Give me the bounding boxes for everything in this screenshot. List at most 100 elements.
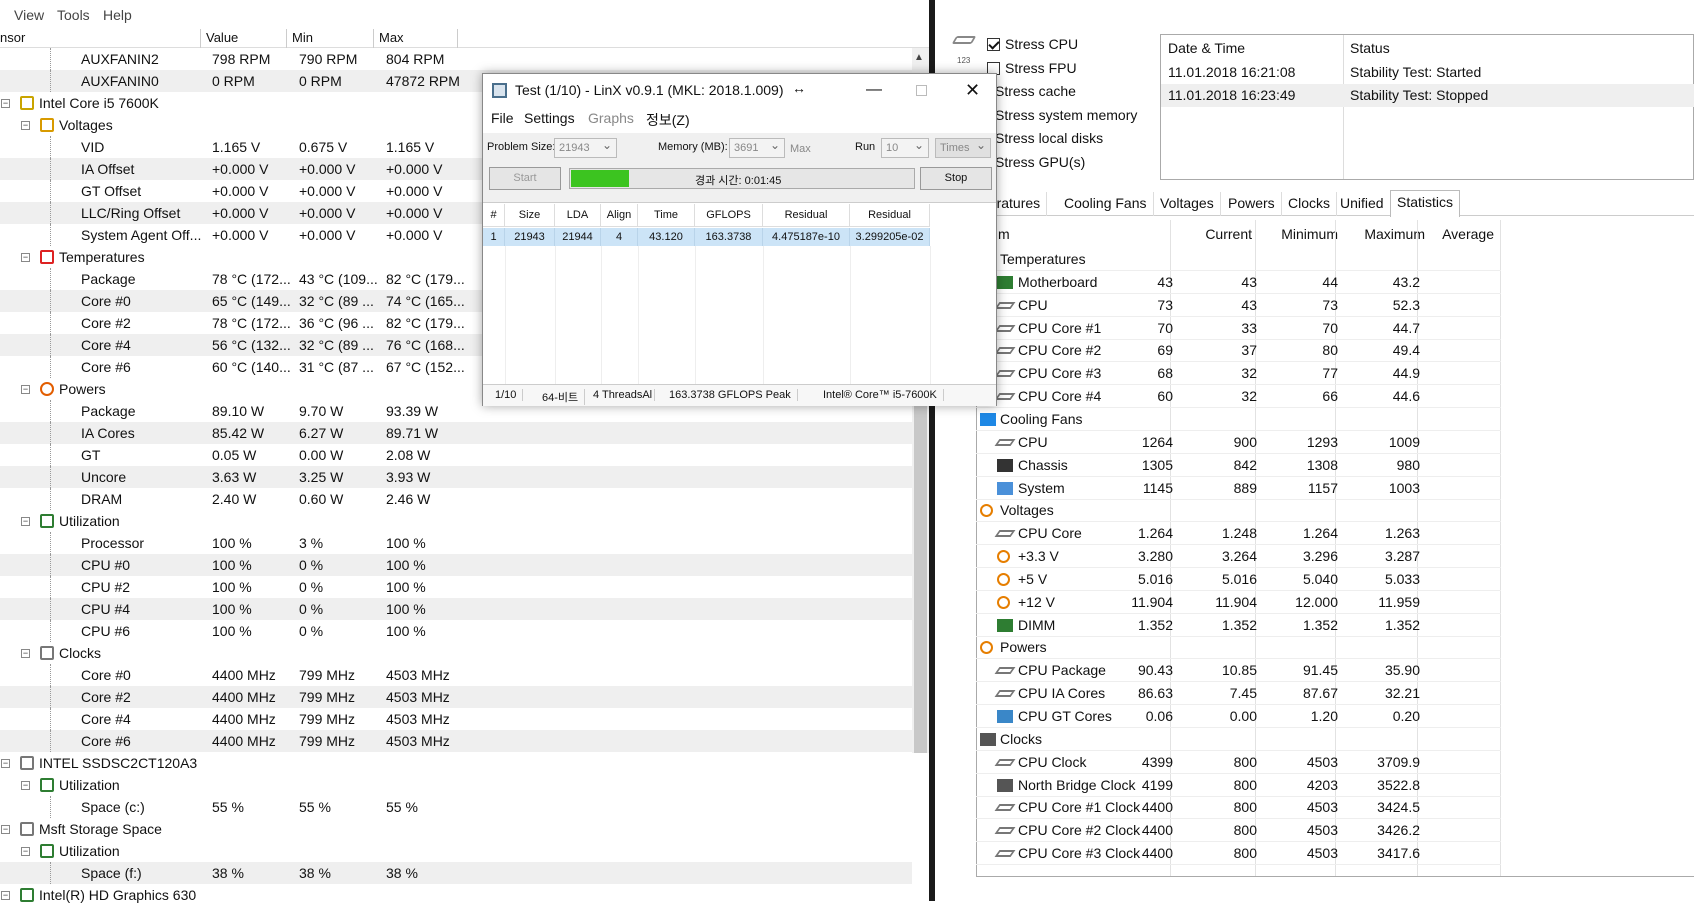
menu-help[interactable]: Help <box>103 7 132 23</box>
stats-row[interactable]: CPU 73 43 73 52.3 <box>976 294 1501 317</box>
stats-row[interactable]: CPU Clock 4399 800 4503 3709.9 <box>976 751 1501 774</box>
sensor-group[interactable]: − Msft Storage Space <box>0 818 912 840</box>
linx-menu-info[interactable]: 정보(Z) <box>646 110 690 130</box>
tab-clocks[interactable]: Clocks <box>1282 192 1338 216</box>
maximize-button[interactable] <box>916 85 927 96</box>
linx-menu-settings[interactable]: Settings <box>524 110 575 126</box>
collapse-toggle-icon[interactable]: − <box>21 385 30 394</box>
linx-cell[interactable]: 21944 <box>555 228 601 246</box>
stats-row[interactable]: CPU GT Cores 0.06 0.00 1.20 0.20 <box>976 705 1501 728</box>
linx-col-1[interactable]: Size <box>505 204 555 227</box>
linx-cell[interactable]: 21943 <box>505 228 555 246</box>
stats-row[interactable]: CPU Core 1.264 1.248 1.264 1.263 <box>976 522 1501 546</box>
collapse-toggle-icon[interactable]: − <box>21 517 30 526</box>
sensor-group[interactable]: − Intel(R) HD Graphics 630 <box>0 884 912 906</box>
stats-group[interactable]: Cooling Fans <box>976 408 1501 431</box>
menu-view[interactable]: View <box>14 7 44 23</box>
linx-col-4[interactable]: Time <box>638 204 695 227</box>
linx-cell[interactable]: 163.3738 <box>695 228 763 246</box>
linx-col-6[interactable]: Residual <box>763 204 850 227</box>
stats-row[interactable]: +12 V 11.904 11.904 12.000 11.959 <box>976 591 1501 614</box>
run-count-select[interactable]: 10 <box>881 136 929 158</box>
stats-group[interactable]: Powers <box>976 636 1501 660</box>
sensor-row[interactable]: GT 0.05 W 0.00 W 2.08 W <box>0 444 912 466</box>
sensor-row[interactable]: CPU #2 100 % 0 % 100 % <box>0 576 912 598</box>
stop-button[interactable]: Stop <box>920 167 992 190</box>
linx-cell[interactable]: 4 <box>601 228 638 246</box>
sensor-row[interactable]: CPU #6 100 % 0 % 100 % <box>0 620 912 642</box>
collapse-toggle-icon[interactable]: − <box>1 99 10 108</box>
linx-cell[interactable]: 4.475187e-10 <box>763 228 850 246</box>
stats-col-minimum[interactable]: Minimum <box>1258 226 1338 242</box>
linx-col-5[interactable]: GFLOPS <box>695 204 763 227</box>
linx-menu-graphs[interactable]: Graphs <box>588 110 634 126</box>
stress-option-4[interactable]: Stress local disks <box>987 130 1103 146</box>
stress-option-1[interactable]: Stress FPU <box>987 60 1077 76</box>
stats-group[interactable]: Clocks <box>976 728 1501 751</box>
sensor-group[interactable]: − Utilization <box>0 840 912 862</box>
stats-row[interactable]: DIMM 1.352 1.352 1.352 1.352 <box>976 614 1501 637</box>
sensor-row[interactable]: AUXFANIN2 798 RPM 790 RPM 804 RPM <box>0 48 912 70</box>
sensor-row[interactable]: Uncore 3.63 W 3.25 W 3.93 W <box>0 466 912 488</box>
collapse-toggle-icon[interactable]: − <box>1 825 10 834</box>
collapse-toggle-icon[interactable]: − <box>1 759 10 768</box>
sensor-group[interactable]: − Utilization <box>0 774 912 796</box>
stats-row[interactable]: Chassis 1305 842 1308 980 <box>976 454 1501 477</box>
stress-option-0[interactable]: Stress CPU <box>987 36 1078 52</box>
stats-row[interactable]: CPU 1264 900 1293 1009 <box>976 431 1501 454</box>
linx-col-0[interactable]: # <box>483 204 505 227</box>
sensor-row[interactable]: Core #6 4400 MHz 799 MHz 4503 MHz <box>0 730 912 752</box>
linx-cell[interactable]: 1 <box>483 228 505 246</box>
log-row[interactable]: 11.01.2018 16:21:08 Stability Test: Star… <box>1161 61 1694 84</box>
menu-tools[interactable]: Tools <box>57 7 90 23</box>
minimize-button[interactable]: — <box>866 74 882 106</box>
stats-col-item[interactable]: m <box>998 226 1010 242</box>
scroll-up-arrow-icon[interactable]: ▲ <box>914 52 924 63</box>
linx-menu-file[interactable]: File <box>491 110 514 126</box>
run-unit-select[interactable]: Times <box>935 136 991 158</box>
collapse-toggle-icon[interactable]: − <box>21 847 30 856</box>
collapse-toggle-icon[interactable]: − <box>21 781 30 790</box>
column-value[interactable]: Value <box>201 29 287 48</box>
stats-row[interactable]: +3.3 V 3.280 3.264 3.296 3.287 <box>976 545 1501 569</box>
stats-row[interactable]: CPU Package 90.43 10.85 91.45 35.90 <box>976 659 1501 683</box>
collapse-toggle-icon[interactable]: − <box>21 253 30 262</box>
start-button[interactable]: Start <box>489 167 561 190</box>
tab-statistics[interactable]: Statistics <box>1390 190 1461 217</box>
stats-row[interactable]: CPU Core #4 60 32 66 44.6 <box>976 385 1501 409</box>
sensor-row[interactable]: CPU #0 100 % 0 % 100 % <box>0 554 912 576</box>
stats-row[interactable]: CPU Core #3 Clock 4400 800 4503 3417.6 <box>976 842 1501 866</box>
column-max[interactable]: Max <box>374 29 458 48</box>
log-row[interactable]: 11.01.2018 16:23:49 Stability Test: Stop… <box>1161 84 1694 107</box>
sensor-row[interactable]: Processor 100 % 3 % 100 % <box>0 532 912 554</box>
sensor-row[interactable]: Core #2 4400 MHz 799 MHz 4503 MHz <box>0 686 912 708</box>
sensor-row[interactable]: DRAM 2.40 W 0.60 W 2.46 W <box>0 488 912 510</box>
sensor-group[interactable]: − Clocks <box>0 642 912 664</box>
column-sensor[interactable]: nsor <box>0 29 201 48</box>
tab-powers[interactable]: Powers <box>1222 192 1282 216</box>
sensor-group[interactable]: − Utilization <box>0 510 912 532</box>
stats-row[interactable]: +5 V 5.016 5.016 5.040 5.033 <box>976 568 1501 591</box>
stats-row[interactable]: CPU Core #2 Clock 4400 800 4503 3426.2 <box>976 819 1501 843</box>
linx-window[interactable]: Test (1/10) - LinX v0.9.1 (MKL: 2018.1.0… <box>482 73 997 406</box>
linx-col-2[interactable]: LDA <box>555 204 601 227</box>
sensor-group[interactable]: − INTEL SSDSC2CT120A3 <box>0 752 912 774</box>
stats-row[interactable]: Motherboard 43 43 44 43.2 <box>976 271 1501 294</box>
collapse-toggle-icon[interactable]: − <box>21 649 30 658</box>
tab-unified[interactable]: Unified <box>1334 192 1391 216</box>
close-button[interactable]: ✕ <box>965 74 980 106</box>
sensor-row[interactable]: Core #4 4400 MHz 799 MHz 4503 MHz <box>0 708 912 730</box>
collapse-toggle-icon[interactable]: − <box>21 121 30 130</box>
checkbox-icon[interactable] <box>987 38 1000 51</box>
stats-row[interactable]: CPU Core #1 Clock 4400 800 4503 3424.5 <box>976 796 1501 820</box>
sensor-row[interactable]: Core #0 4400 MHz 799 MHz 4503 MHz <box>0 664 912 686</box>
column-min[interactable]: Min <box>287 29 374 48</box>
stats-row[interactable]: CPU IA Cores 86.63 7.45 87.67 32.21 <box>976 682 1501 706</box>
stress-option-5[interactable]: Stress GPU(s) <box>987 154 1085 170</box>
linx-cell[interactable]: 43.120 <box>638 228 695 246</box>
linx-col-7[interactable]: Residual (norm.) <box>850 204 930 244</box>
sensor-row[interactable]: IA Cores 85.42 W 6.27 W 89.71 W <box>0 422 912 444</box>
tab-voltages[interactable]: Voltages <box>1154 192 1221 216</box>
sensor-scrollbar-thumb[interactable] <box>914 368 927 753</box>
sensor-row[interactable]: Space (c:) 55 % 55 % 55 % <box>0 796 912 818</box>
